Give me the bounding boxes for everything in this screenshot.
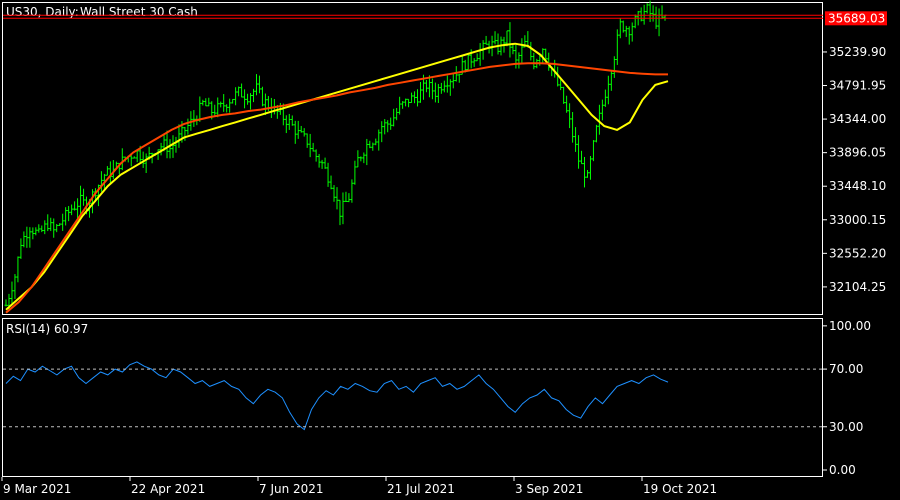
price-tick-label: 34791.95 [829,79,886,93]
price-tag: 35689.03 [828,11,885,25]
chart-header-name: Wall Street 30 Cash [80,5,198,19]
rsi-tick-label: 70.00 [829,362,863,376]
price-axis: 35239.90 34791.95 34344.00 33896.05 33448.10… [823,45,886,294]
rsi-line [5,361,669,431]
price-tick-label: 34344.00 [829,112,886,126]
time-tick-label: 22 Apr 2021 [131,482,205,496]
price-tick-label: 33896.05 [829,146,886,160]
price-tick-label: 32104.25 [829,280,886,294]
moving-average-fast [5,42,669,311]
rsi-axis: 100.00 70.00 30.00 0.00 [3,319,871,477]
rsi-header: RSI(14) 60.97 [6,322,88,336]
chart-header-symbol: US30, Daily: [6,5,79,19]
rsi-tick-label: 100.00 [829,319,871,333]
rsi-tick-label: 30.00 [829,420,863,434]
time-tick-label: 3 Sep 2021 [515,482,583,496]
time-tick-label: 21 Jul 2021 [387,482,455,496]
rsi-area [5,361,669,431]
time-tick-label: 19 Oct 2021 [643,482,717,496]
rsi-panel-frame [2,318,823,477]
price-area [3,0,823,314]
price-tick-label: 35239.90 [829,45,886,59]
chart-canvas: US30, Daily: Wall Street 30 Cash RSI(14)… [1,0,887,496]
price-tick-label: 32552.20 [829,246,886,260]
time-tick-label: 9 Mar 2021 [3,482,71,496]
rsi-tick-label: 0.00 [829,463,856,477]
price-tick-label: 33448.10 [829,179,886,193]
price-tick-label: 33000.15 [829,213,886,227]
time-tick-label: 7 Jun 2021 [259,482,324,496]
time-axis: 9 Mar 2021 22 Apr 2021 7 Jun 2021 21 Jul 20… [1,477,717,496]
